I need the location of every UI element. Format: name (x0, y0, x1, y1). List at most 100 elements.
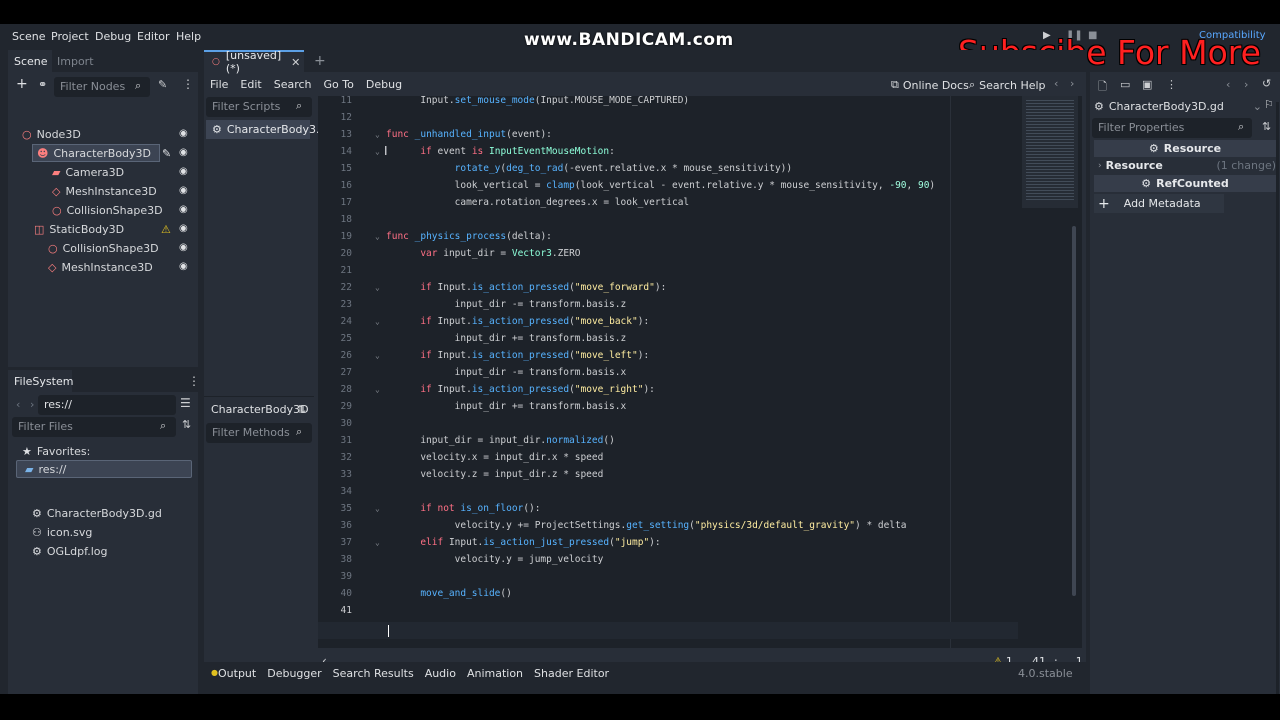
visibility-eye-icon[interactable]: ◉ (179, 242, 188, 253)
bottom-tab-output[interactable]: Output (218, 667, 256, 680)
history-icon[interactable]: ↺ (1262, 77, 1271, 90)
bottom-tab-search-results[interactable]: Search Results (333, 667, 414, 680)
search-help-button[interactable]: ⌕ Search Help (969, 78, 1046, 92)
visibility-eye-icon[interactable]: ◉ (179, 204, 188, 215)
fs-path-input[interactable]: res:// (38, 395, 176, 415)
inspector-menu-icon[interactable]: ⋮ (1166, 78, 1177, 91)
code-editor[interactable]: 11 Input.set_mouse_mode(Input.MOUSE_MODE… (318, 96, 1082, 648)
save-icon[interactable]: ▣ (1142, 78, 1152, 91)
code-line: 33 velocity.z = input_dir.z * speed (318, 466, 1018, 483)
scene-node-meshinstance3d[interactable]: ◇ MeshInstance3D (52, 182, 157, 200)
scene-node-collisionshape3d[interactable]: ○ CollisionShape3D (52, 201, 163, 219)
folder-icon: ▰ (25, 462, 34, 476)
script-icon[interactable]: ✎ (158, 78, 167, 91)
new-resource-icon[interactable]: 🗋 (1098, 78, 1107, 97)
prev-script-icon[interactable]: ‹ (1054, 77, 1058, 90)
menu-scene[interactable]: Scene (12, 30, 46, 43)
history-back-icon[interactable]: ‹ (1226, 78, 1230, 91)
menu-kebab-icon[interactable]: ⋮ (182, 77, 194, 91)
tune-icon[interactable]: ⇅ (1262, 120, 1271, 133)
scene-node-collisionshape3d-2[interactable]: ○ CollisionShape3D (48, 239, 159, 257)
add-metadata-button[interactable]: + Add Metadata (1094, 194, 1224, 213)
file-item[interactable]: ⚙ OGLdpf.log (32, 542, 108, 560)
code-line: 39 (318, 568, 1018, 585)
visibility-eye-icon[interactable]: ◉ (179, 147, 188, 158)
script-list-item[interactable]: ⚙ CharacterBody3... (206, 120, 326, 139)
fold-arrow-icon[interactable]: ⌄ (375, 143, 380, 160)
fold-arrow-icon[interactable]: ⌄ (375, 126, 380, 143)
code-line: 30 (318, 415, 1018, 432)
code-line: 36 velocity.y += ProjectSettings.get_set… (318, 517, 1018, 534)
fold-arrow-icon[interactable]: ⌄ (375, 279, 380, 296)
sort-methods-icon[interactable]: ⇅ (297, 403, 306, 416)
visibility-eye-icon[interactable]: ◉ (179, 128, 188, 139)
settings-icon: ⚙ (1148, 142, 1159, 155)
tab-scene[interactable]: Scene (8, 50, 52, 72)
fold-arrow-icon[interactable]: ⌄ (375, 534, 380, 551)
chevron-down-icon: ⌄ (1252, 99, 1262, 113)
fold-arrow-icon[interactable]: ⌄ (375, 313, 380, 330)
scene-node-camera3d[interactable]: ▰ Camera3D (52, 163, 124, 181)
tab-filesystem[interactable]: FileSystem (8, 370, 73, 392)
script-menu-file[interactable]: File (210, 78, 228, 91)
file-item[interactable]: ⚇ icon.svg (32, 523, 92, 541)
menu-help[interactable]: Help (176, 30, 201, 43)
filter-properties-input[interactable]: Filter Properties (1092, 118, 1252, 138)
back-arrow-icon[interactable]: ‹ (16, 398, 20, 411)
menu-project[interactable]: Project (51, 30, 89, 43)
forward-arrow-icon[interactable]: › (30, 398, 34, 411)
fold-arrow-icon[interactable]: ⌄ (375, 381, 380, 398)
script-menu-goto[interactable]: Go To (324, 78, 354, 91)
new-tab-icon[interactable]: + (314, 53, 326, 69)
code-text: input_dir += transform.basis.x (386, 401, 627, 412)
scene-node-node3d[interactable]: ○ Node3D (22, 125, 81, 143)
bottom-tab-debugger[interactable]: Debugger (267, 667, 321, 680)
script-menu-edit[interactable]: Edit (240, 78, 261, 91)
object-options-icon[interactable]: ⚐ (1264, 98, 1274, 111)
fold-arrow-icon[interactable]: ⌄ (375, 228, 380, 245)
favorites-item[interactable]: ★ Favorites: (22, 442, 90, 460)
close-tab-icon[interactable]: ✕ (291, 56, 300, 69)
script-menu-search[interactable]: Search (274, 78, 312, 91)
fold-arrow-icon[interactable]: ⌄ (375, 347, 380, 364)
code-text: var input_dir = Vector3.ZERO (420, 248, 581, 259)
script-tab[interactable]: ○ [unsaved](*) ✕ (204, 49, 304, 75)
attached-script-icon[interactable]: ✎ (162, 147, 171, 160)
menu-editor[interactable]: Editor (137, 30, 170, 43)
scene-node-meshinstance3d-2[interactable]: ◇ MeshInstance3D (48, 258, 153, 276)
script-menu-debug[interactable]: Debug (366, 78, 402, 91)
inspected-object[interactable]: ⚙ CharacterBody3D.gd ⌄ (1094, 96, 1262, 116)
fs-menu-icon[interactable]: ⋮ (188, 374, 200, 388)
code-text: velocity.z = input_dir.z * speed (386, 469, 604, 480)
bottom-tab-animation[interactable]: Animation (467, 667, 523, 680)
open-folder-icon[interactable]: ▭ (1120, 78, 1130, 91)
scene-node-staticbody3d[interactable]: ◫ StaticBody3D (34, 220, 124, 238)
visibility-eye-icon[interactable]: ◉ (179, 223, 188, 234)
next-script-icon[interactable]: › (1070, 77, 1074, 90)
menu-debug[interactable]: Debug (95, 30, 131, 43)
bottom-tab-shader-editor[interactable]: Shader Editor (534, 667, 609, 680)
bottom-tab-audio[interactable]: Audio (425, 667, 456, 680)
add-node-icon[interactable]: + (16, 77, 28, 91)
tab-import[interactable]: Import (57, 55, 94, 68)
visibility-eye-icon[interactable]: ◉ (179, 261, 188, 272)
list-view-icon[interactable]: ☰ (180, 396, 191, 410)
file-item[interactable]: ⚙ CharacterBody3D.gd (32, 504, 162, 522)
sort-icon[interactable]: ⇅ (182, 418, 191, 431)
code-line: 17 camera.rotation_degrees.x = look_vert… (318, 194, 1018, 211)
res-root-item[interactable]: ▰ res:// (16, 460, 192, 478)
visibility-eye-icon[interactable]: ◉ (179, 185, 188, 196)
filter-files-input[interactable]: Filter Files (12, 417, 176, 437)
code-line: 12 (318, 109, 1018, 126)
scene-node-characterbody3d[interactable]: ☻ CharacterBody3D (32, 144, 160, 162)
minimap[interactable] (1022, 96, 1078, 208)
warning-icon[interactable]: ⚠ (161, 223, 171, 236)
resource-category[interactable]: › Resource (1 change) (1098, 159, 1276, 172)
code-text: elif Input.is_action_just_pressed("jump"… (420, 537, 661, 548)
online-docs-button[interactable]: ⧉ Online Docs (891, 78, 969, 92)
link-icon[interactable]: ⚭ (38, 78, 47, 91)
fold-arrow-icon[interactable]: ⌄ (375, 500, 380, 517)
vertical-scrollbar[interactable] (1072, 226, 1076, 596)
history-forward-icon[interactable]: › (1244, 78, 1248, 91)
visibility-eye-icon[interactable]: ◉ (179, 166, 188, 177)
